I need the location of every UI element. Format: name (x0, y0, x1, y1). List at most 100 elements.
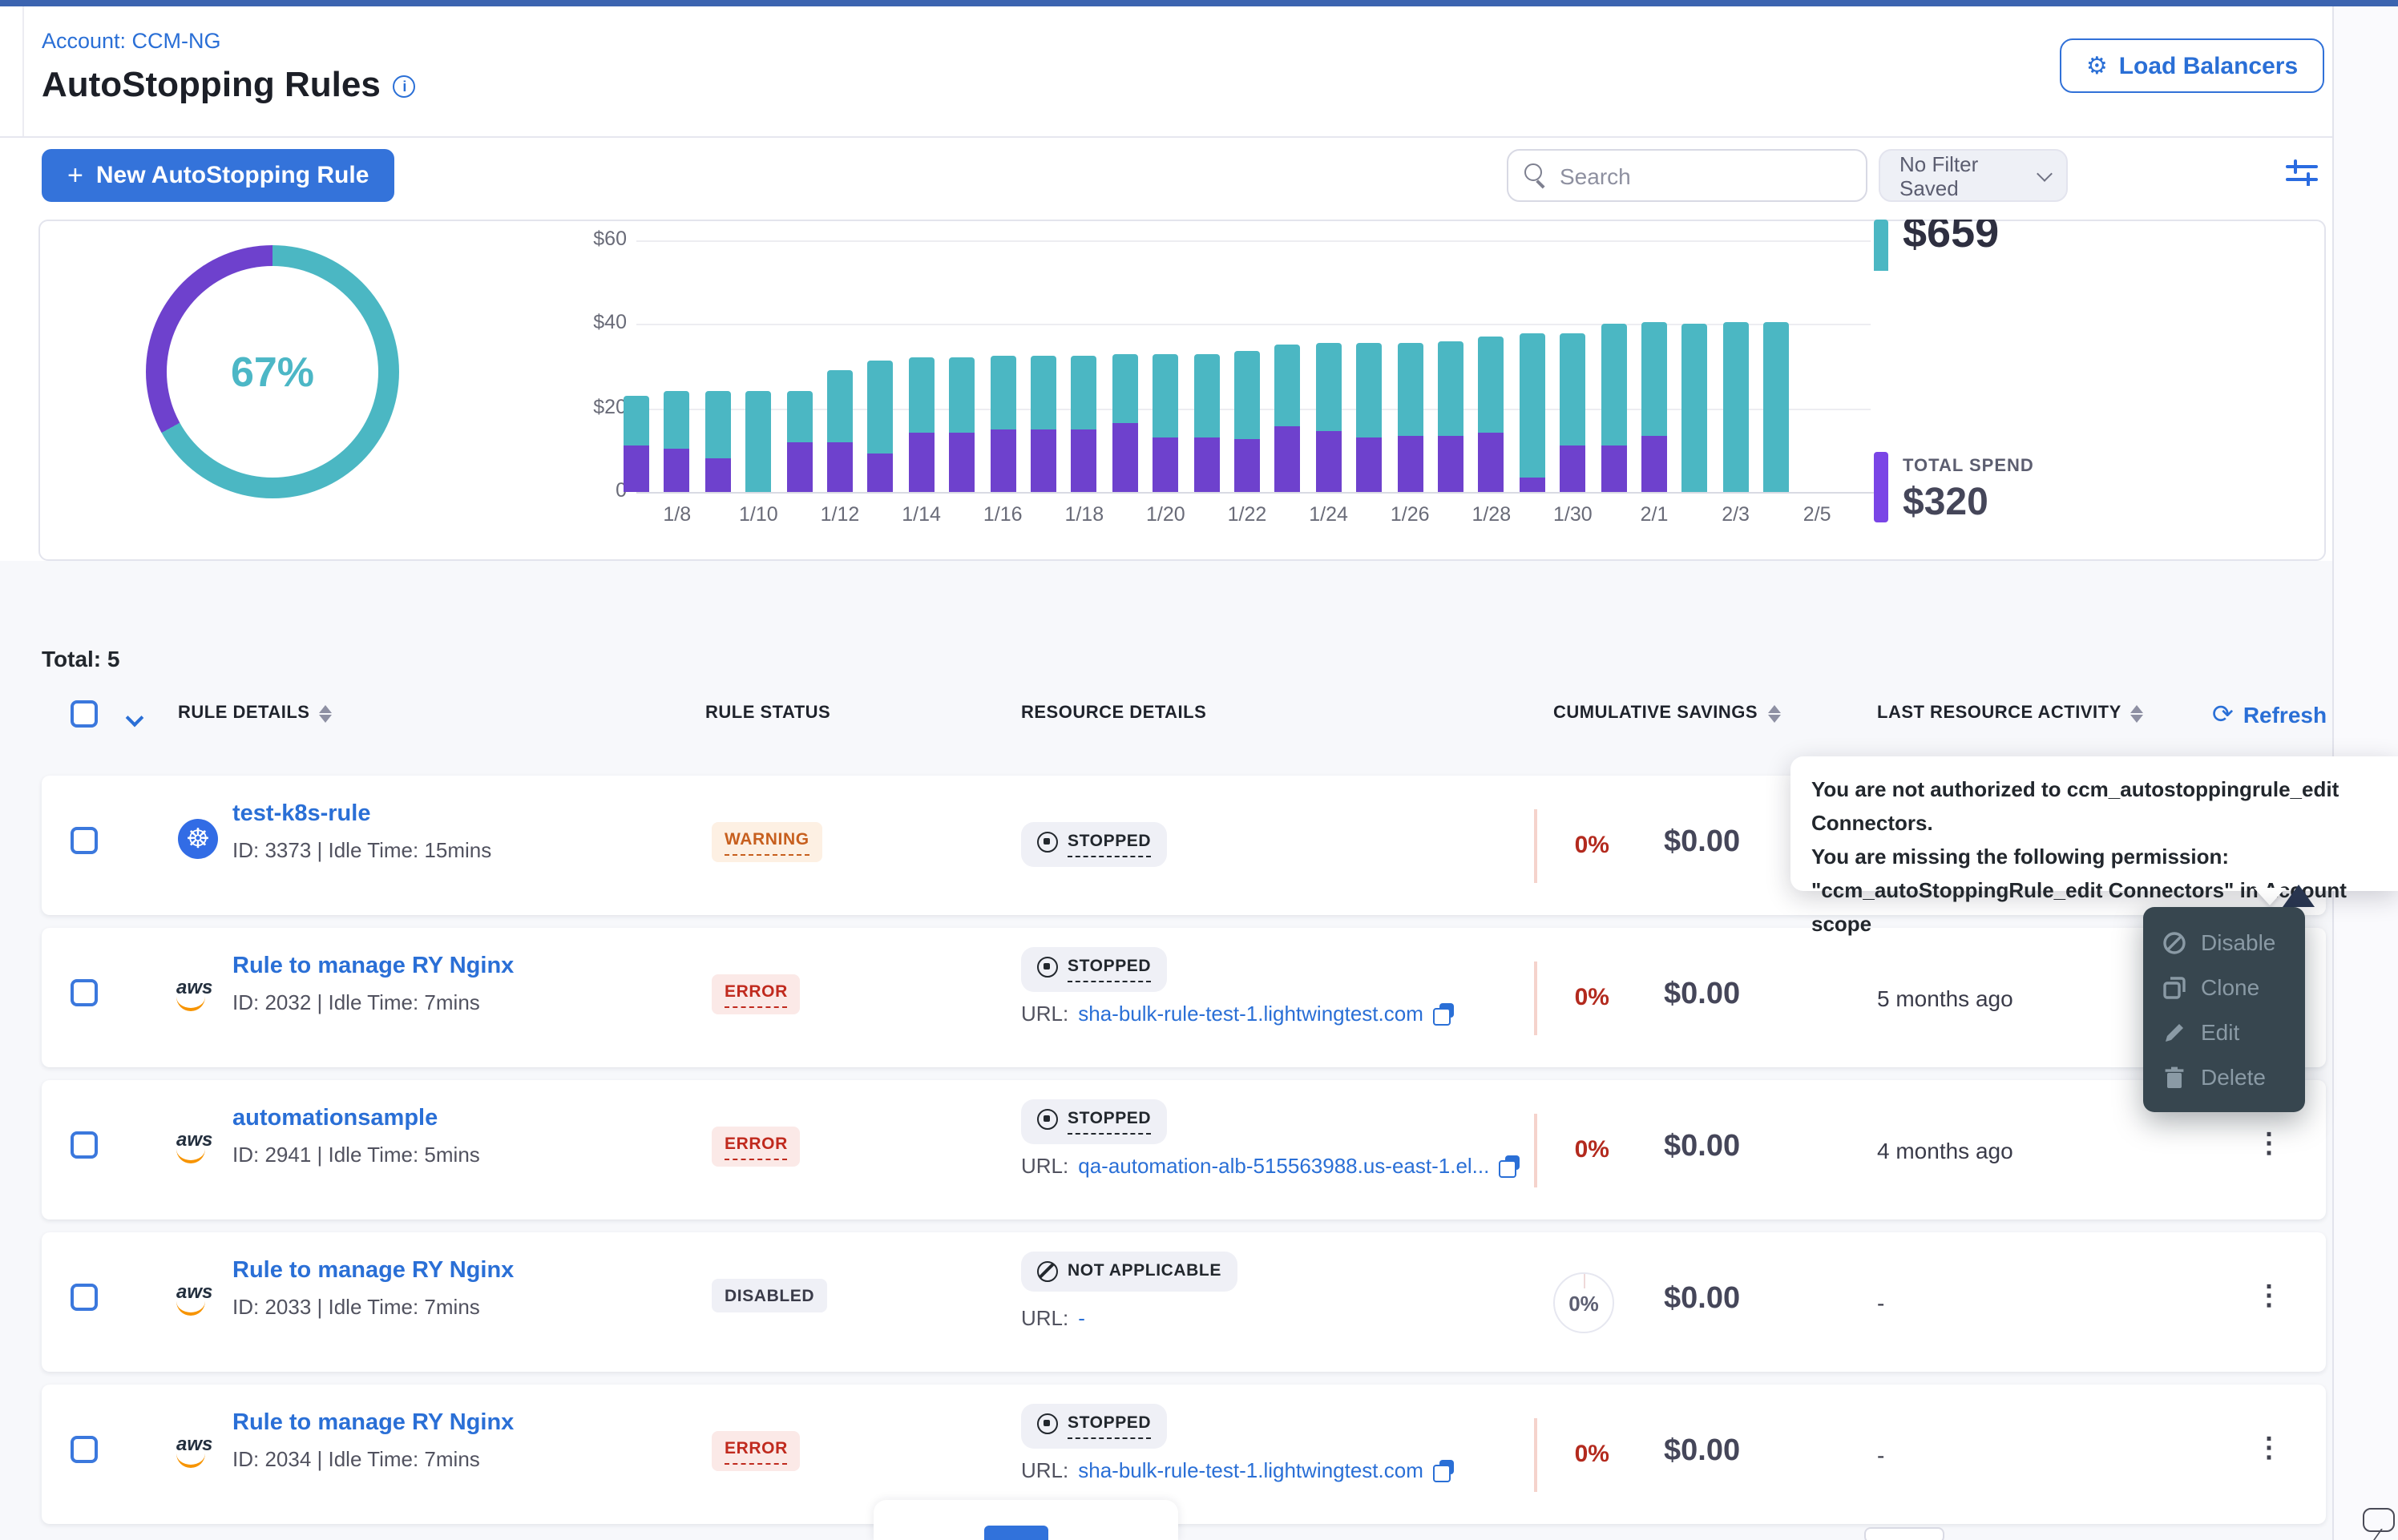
bar-savings-segment[interactable] (1031, 356, 1056, 429)
bar-savings-segment[interactable] (1520, 333, 1545, 478)
row-checkbox[interactable] (71, 1284, 98, 1311)
menu-item-delete[interactable]: Delete (2143, 1054, 2305, 1099)
bar-spend-segment[interactable] (1316, 431, 1342, 492)
bar-savings-segment[interactable] (1356, 343, 1382, 437)
bar-spend-segment[interactable] (1153, 437, 1178, 492)
select-menu-chevron-icon[interactable] (126, 709, 144, 728)
sort-icon[interactable] (2131, 704, 2144, 722)
bar-savings-segment[interactable] (1234, 352, 1260, 440)
bar-savings-segment[interactable] (1560, 333, 1585, 445)
column-last-resource-activity[interactable]: LAST RESOURCE ACTIVITY (1877, 703, 2144, 723)
bar-savings-segment[interactable] (1438, 341, 1463, 436)
bar-savings-segment[interactable] (1112, 353, 1138, 422)
bar-savings-segment[interactable] (786, 391, 812, 441)
row-options-kebab-icon[interactable]: ⋮ (2255, 1128, 2283, 1160)
bar-savings-segment[interactable] (909, 358, 935, 433)
select-all-checkbox[interactable] (71, 700, 98, 728)
url-link[interactable]: sha-bulk-rule-test-1.lightwingtest.com (1078, 1458, 1423, 1482)
status-badge[interactable]: WARNING (712, 822, 822, 862)
row-checkbox[interactable] (71, 979, 98, 1006)
pagination-active-page[interactable] (984, 1526, 1048, 1540)
page-size-select[interactable] (1864, 1527, 1944, 1540)
resource-status-chip[interactable]: STOPPED (1021, 822, 1167, 867)
bar-spend-segment[interactable] (949, 433, 975, 492)
bar-savings-segment[interactable] (705, 391, 731, 458)
bar-savings-segment[interactable] (1072, 356, 1097, 429)
resource-status-chip[interactable]: STOPPED (1021, 947, 1167, 992)
account-breadcrumb[interactable]: Account: CCM-NG (42, 29, 221, 53)
bar-savings-segment[interactable] (827, 370, 853, 441)
url-link[interactable]: - (1078, 1306, 1085, 1330)
bar-spend-segment[interactable] (868, 454, 894, 492)
bar-spend-segment[interactable] (1520, 478, 1545, 492)
bar-spend-segment[interactable] (1560, 445, 1585, 492)
copy-icon[interactable] (1433, 1002, 1454, 1025)
bar-savings-segment[interactable] (1723, 322, 1749, 492)
bar-spend-segment[interactable] (624, 445, 649, 492)
bar-spend-segment[interactable] (786, 441, 812, 492)
bar-spend-segment[interactable] (909, 433, 935, 492)
bar-spend-segment[interactable] (1275, 427, 1301, 492)
bar-savings-segment[interactable] (745, 391, 771, 492)
bar-savings-segment[interactable] (624, 396, 649, 446)
bar-spend-segment[interactable] (1397, 435, 1423, 492)
bar-spend-segment[interactable] (1072, 429, 1097, 493)
info-icon[interactable]: i (394, 75, 416, 98)
saved-filter-select[interactable]: No Filter Saved (1879, 149, 2068, 202)
bar-spend-segment[interactable] (827, 441, 853, 492)
copy-icon[interactable] (1433, 1459, 1454, 1482)
filter-panel-icon[interactable] (2284, 159, 2319, 194)
bar-savings-segment[interactable] (1275, 345, 1301, 427)
bar-spend-segment[interactable] (1641, 435, 1667, 492)
new-autostopping-rule-button[interactable]: + New AutoStopping Rule (42, 149, 394, 202)
resource-status-chip[interactable]: STOPPED (1021, 1404, 1167, 1449)
rule-name-link[interactable]: Rule to manage RY Nginx (232, 1410, 514, 1436)
status-badge[interactable]: DISABLED (712, 1279, 827, 1312)
copy-icon[interactable] (1499, 1155, 1520, 1177)
search-input[interactable] (1556, 152, 1853, 199)
resource-status-chip[interactable]: NOT APPLICABLE (1021, 1252, 1237, 1292)
bar-savings-segment[interactable] (1479, 337, 1504, 433)
bar-savings-segment[interactable] (1193, 353, 1219, 437)
bar-savings-segment[interactable] (868, 360, 894, 454)
bar-spend-segment[interactable] (705, 458, 731, 492)
rule-name-link[interactable]: automationsample (232, 1106, 438, 1131)
column-rule-details[interactable]: RULE DETAILS (178, 703, 333, 723)
url-link[interactable]: qa-automation-alb-515563988.us-east-1.el… (1078, 1154, 1489, 1178)
bar-spend-segment[interactable] (1234, 440, 1260, 492)
bar-savings-segment[interactable] (990, 356, 1015, 429)
row-options-kebab-icon[interactable]: ⋮ (2255, 1280, 2283, 1312)
load-balancers-button[interactable]: ⚙ Load Balancers (2060, 38, 2324, 93)
bar-spend-segment[interactable] (1438, 435, 1463, 492)
status-badge[interactable]: ERROR (712, 1127, 801, 1167)
column-cumulative-savings[interactable]: CUMULATIVE SAVINGS (1553, 703, 1780, 723)
bar-spend-segment[interactable] (1031, 429, 1056, 493)
bar-spend-segment[interactable] (664, 448, 690, 492)
bar-savings-segment[interactable] (1601, 325, 1626, 446)
menu-item-disable[interactable]: Disable (2143, 920, 2305, 965)
bar-savings-segment[interactable] (1763, 322, 1789, 492)
refresh-button[interactable]: ⟳ Refresh (2212, 699, 2327, 731)
status-badge[interactable]: ERROR (712, 1431, 801, 1471)
bar-savings-segment[interactable] (1153, 353, 1178, 437)
rule-name-link[interactable]: Rule to manage RY Nginx (232, 953, 514, 979)
menu-item-edit[interactable]: Edit (2143, 1010, 2305, 1054)
row-checkbox[interactable] (71, 1436, 98, 1463)
bar-spend-segment[interactable] (1112, 423, 1138, 492)
row-checkbox[interactable] (71, 1131, 98, 1159)
bar-savings-segment[interactable] (1641, 322, 1667, 435)
bar-spend-segment[interactable] (1479, 433, 1504, 492)
bar-savings-segment[interactable] (1397, 343, 1423, 435)
sort-icon[interactable] (320, 704, 333, 722)
bar-spend-segment[interactable] (1193, 437, 1219, 492)
bar-spend-segment[interactable] (1601, 445, 1626, 492)
rule-name-link[interactable]: test-k8s-rule (232, 801, 370, 827)
row-checkbox[interactable] (71, 827, 98, 854)
bar-savings-segment[interactable] (949, 358, 975, 433)
bar-spend-segment[interactable] (990, 429, 1015, 493)
chat-bubble-icon[interactable] (2363, 1508, 2395, 1532)
bar-savings-segment[interactable] (1682, 325, 1708, 492)
rule-name-link[interactable]: Rule to manage RY Nginx (232, 1258, 514, 1284)
bar-savings-segment[interactable] (664, 391, 690, 448)
bar-spend-segment[interactable] (1356, 437, 1382, 492)
